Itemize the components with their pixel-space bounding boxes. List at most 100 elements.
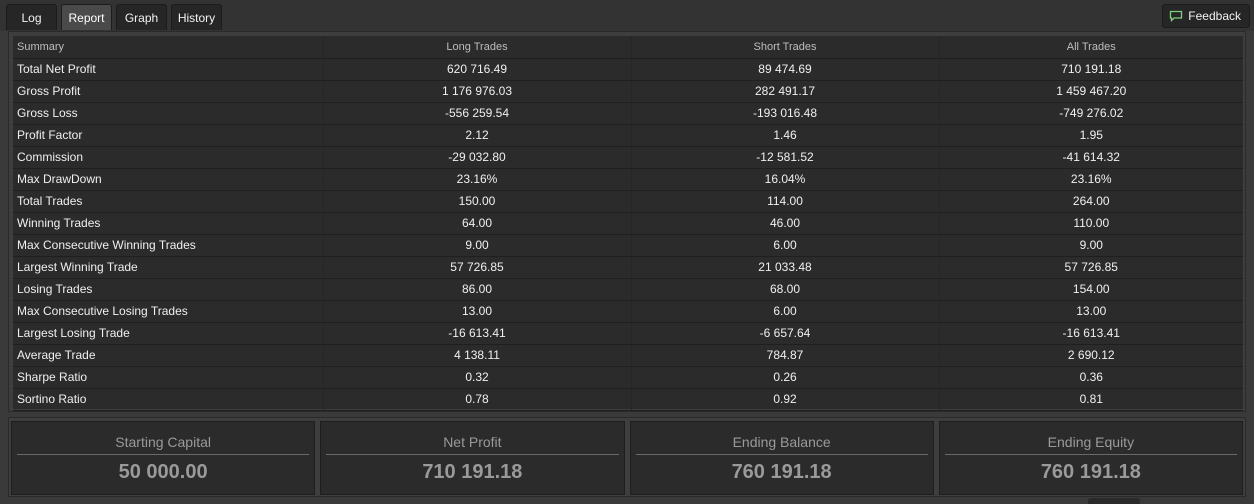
card-label: Ending Balance xyxy=(732,434,831,450)
row-label: Average Trade xyxy=(13,344,323,367)
table-row[interactable]: Average Trade 4 138.11 784.87 2 690.12 xyxy=(13,344,1243,367)
feedback-button[interactable]: Feedback xyxy=(1162,4,1250,28)
short-trades-cell: 114.00 xyxy=(630,190,939,213)
table-row[interactable]: Max Consecutive Winning Trades 9.00 6.00 9.… xyxy=(13,234,1243,257)
bottom-splitter-handle[interactable] xyxy=(1088,498,1140,504)
row-label: Sortino Ratio xyxy=(13,388,323,411)
tab-history[interactable]: History xyxy=(171,4,222,30)
short-trades-cell: 21 033.48 xyxy=(630,256,939,279)
feedback-label: Feedback xyxy=(1188,9,1241,23)
long-trades-cell: 150.00 xyxy=(322,190,631,213)
short-trades-cell: -6 657.64 xyxy=(630,322,939,345)
short-trades-cell: -12 581.52 xyxy=(630,146,939,169)
header-row: Summary Long Trades Short Trades All Tra… xyxy=(13,36,1243,59)
table-row[interactable]: Losing Trades 86.00 68.00 154.00 xyxy=(13,278,1243,301)
table-row[interactable]: Largest Winning Trade 57 726.85 21 033.48 5… xyxy=(13,256,1243,279)
short-trades-cell: 6.00 xyxy=(630,234,939,257)
card-divider xyxy=(635,454,928,455)
table-row[interactable]: Total Trades 150.00 114.00 264.00 xyxy=(13,190,1243,213)
all-trades-cell: 9.00 xyxy=(938,234,1243,257)
starting-capital-card: Starting Capital 50 000.00 xyxy=(11,421,316,495)
row-label: Largest Losing Trade xyxy=(13,322,323,345)
tab-strip: Log Report Graph History xyxy=(6,4,222,30)
table-row[interactable]: Largest Losing Trade -16 613.41 -6 657.64-… xyxy=(13,322,1243,345)
table-row[interactable]: Sharpe Ratio 0.32 0.26 0.36 xyxy=(13,366,1243,389)
table-row[interactable]: Sortino Ratio 0.78 0.92 0.81 xyxy=(13,388,1243,411)
all-trades-cell: 1 459 467.20 xyxy=(938,80,1243,103)
long-trades-cell: 0.78 xyxy=(322,388,631,411)
long-trades-cell: 64.00 xyxy=(322,212,631,235)
short-trades-cell: 1.46 xyxy=(630,124,939,147)
table-row[interactable]: Max DrawDown 23.16% 16.04% 23.16% xyxy=(13,168,1243,191)
all-trades-cell: 0.81 xyxy=(938,388,1243,411)
card-value: 760 191.18 xyxy=(1040,461,1141,483)
row-label: Max Consecutive Losing Trades xyxy=(13,300,323,323)
column-header-summary[interactable]: Summary xyxy=(13,36,323,59)
table-row[interactable]: Winning Trades 64.00 46.00 110.00 xyxy=(13,212,1243,235)
all-trades-cell: 23.16% xyxy=(938,168,1243,191)
tab-graph[interactable]: Graph xyxy=(116,4,167,30)
long-trades-cell: 620 716.49 xyxy=(322,58,631,81)
table-row[interactable]: Gross Profit 1 176 976.03 282 491.17 1 459 … xyxy=(13,80,1243,103)
row-label: Gross Profit xyxy=(13,80,323,103)
row-label: Gross Loss xyxy=(13,102,323,125)
card-value: 710 191.18 xyxy=(422,461,523,483)
row-label: Total Trades xyxy=(13,190,323,213)
row-label: Losing Trades xyxy=(13,278,323,301)
table-row[interactable]: Commission -29 032.80 -12 581.52 -41 614.32 xyxy=(13,146,1243,169)
top-bar: Log Report Graph History Feedback xyxy=(0,0,1254,31)
card-label: Starting Capital xyxy=(115,434,211,450)
card-value: 50 000.00 xyxy=(118,461,208,483)
card-divider xyxy=(326,454,619,455)
net-profit-card: Net Profit 710 191.18 xyxy=(320,421,625,495)
table-row[interactable]: Total Net Profit 620 716.49 89 474.69 710 1… xyxy=(13,58,1243,81)
short-trades-cell: 16.04% xyxy=(630,168,939,191)
all-trades-cell: 0.36 xyxy=(938,366,1243,389)
all-trades-cell: 1.95 xyxy=(938,124,1243,147)
long-trades-cell: 13.00 xyxy=(322,300,631,323)
column-header-all-trades[interactable]: All Trades xyxy=(938,36,1243,59)
row-label: Max DrawDown xyxy=(13,168,323,191)
row-label: Winning Trades xyxy=(13,212,323,235)
report-table: Summary Long Trades Short Trades All Tra… xyxy=(13,36,1243,411)
tab-report[interactable]: Report xyxy=(61,4,112,30)
all-trades-cell: 2 690.12 xyxy=(938,344,1243,367)
short-trades-cell: 46.00 xyxy=(630,212,939,235)
short-trades-cell: 6.00 xyxy=(630,300,939,323)
row-label: Total Net Profit xyxy=(13,58,323,81)
row-label: Largest Winning Trade xyxy=(13,256,323,279)
long-trades-cell: -29 032.80 xyxy=(322,146,631,169)
all-trades-cell: 13.00 xyxy=(938,300,1243,323)
row-label: Sharpe Ratio xyxy=(13,366,323,389)
table-row[interactable]: Profit Factor 2.12 1.46 1.95 xyxy=(13,124,1243,147)
all-trades-cell: -749 276.02 xyxy=(938,102,1243,125)
row-label: Max Consecutive Winning Trades xyxy=(13,234,323,257)
report-panel: Summary Long Trades Short Trades All Tra… xyxy=(8,31,1246,412)
column-header-long-trades[interactable]: Long Trades xyxy=(322,36,631,59)
report-rows: Total Net Profit 620 716.49 89 474.69 710 1… xyxy=(13,58,1243,411)
all-trades-cell: 57 726.85 xyxy=(938,256,1243,279)
long-trades-cell: 57 726.85 xyxy=(322,256,631,279)
long-trades-cell: -16 613.41 xyxy=(322,322,631,345)
all-trades-cell: 110.00 xyxy=(938,212,1243,235)
tab-log[interactable]: Log xyxy=(6,4,57,30)
summary-cards: Starting Capital 50 000.00 Net Profit 71… xyxy=(8,417,1246,497)
ending-equity-card: Ending Equity 760 191.18 xyxy=(938,421,1243,495)
all-trades-cell: 264.00 xyxy=(938,190,1243,213)
all-trades-cell: 154.00 xyxy=(938,278,1243,301)
short-trades-cell: 68.00 xyxy=(630,278,939,301)
long-trades-cell: 2.12 xyxy=(322,124,631,147)
long-trades-cell: 9.00 xyxy=(322,234,631,257)
column-header-short-trades[interactable]: Short Trades xyxy=(630,36,939,59)
card-divider xyxy=(944,454,1237,455)
long-trades-cell: 1 176 976.03 xyxy=(322,80,631,103)
table-row[interactable]: Max Consecutive Losing Trades 13.00 6.00 13… xyxy=(13,300,1243,323)
long-trades-cell: 23.16% xyxy=(322,168,631,191)
card-label: Net Profit xyxy=(443,434,502,450)
card-value: 760 191.18 xyxy=(731,461,832,483)
short-trades-cell: 282 491.17 xyxy=(630,80,939,103)
table-row[interactable]: Gross Loss -556 259.54 -193 016.48 -749 276… xyxy=(13,102,1243,125)
short-trades-cell: -193 016.48 xyxy=(630,102,939,125)
long-trades-cell: -556 259.54 xyxy=(322,102,631,125)
ending-balance-card: Ending Balance 760 191.18 xyxy=(629,421,934,495)
